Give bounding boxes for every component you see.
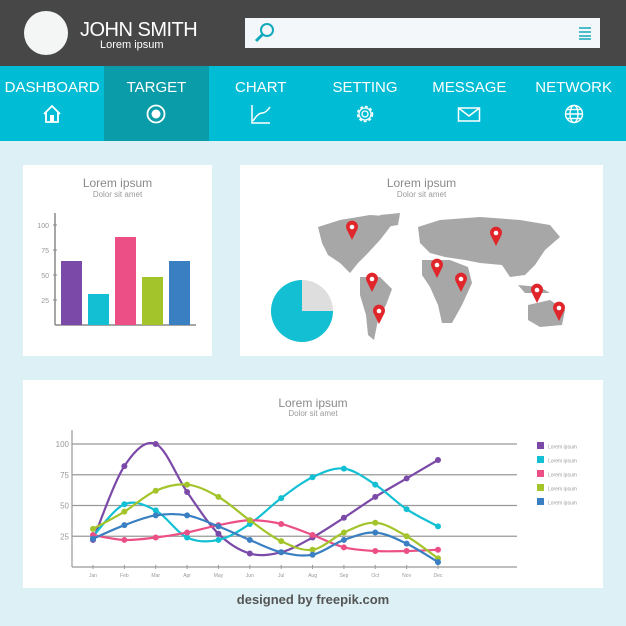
card-title: Lorem ipsum [278, 396, 348, 410]
gear-icon [356, 105, 374, 123]
menu-icon[interactable] [578, 26, 592, 40]
search-bar [245, 18, 600, 48]
tab-label: TARGET [126, 79, 187, 96]
map-pin-dot [369, 276, 375, 282]
map-pin-dot [556, 305, 562, 311]
tab-setting[interactable]: SETTING [313, 66, 417, 141]
target-icon [147, 104, 166, 124]
line-chart-card: Lorem ipsum Dolor sit amet [23, 380, 603, 588]
tab-label: SETTING [332, 79, 398, 96]
avatar[interactable] [24, 11, 68, 55]
map-card: Lorem ipsum Dolor sit amet [240, 165, 603, 356]
bar [169, 261, 190, 325]
bar [61, 261, 82, 325]
tab-label: CHART [235, 79, 287, 96]
tab-chart[interactable]: CHART [209, 66, 313, 141]
map-pin-dot [376, 308, 382, 314]
tab-target[interactable]: TARGET [104, 66, 209, 141]
search-icon[interactable] [253, 22, 277, 44]
map-pin-dot [534, 287, 540, 293]
tab-message[interactable]: MESSAGE [417, 66, 521, 141]
bar [142, 277, 163, 325]
search-input[interactable] [279, 22, 559, 44]
chart-icon [250, 105, 271, 124]
user-subtitle: Lorem ipsum [100, 39, 164, 51]
envelope-icon [458, 107, 481, 122]
footer-credit: designed by freepik.com [236, 592, 390, 607]
header: JOHN SMITH Lorem ipsum [0, 0, 626, 66]
globe-icon [564, 104, 583, 124]
tab-network[interactable]: NETWORK [521, 66, 625, 141]
y-tick-label: 50 [41, 273, 49, 280]
bar-chart: 25 50 75 100 [37, 213, 196, 326]
bar-chart-card: Lorem ipsum Dolor sit amet 25 50 75 100 [23, 165, 212, 356]
card-subtitle: Dolor sit amet [288, 409, 338, 418]
map-pin-dot [434, 262, 440, 268]
y-tick-label: 100 [37, 223, 49, 230]
tab-label: MESSAGE [432, 79, 507, 96]
map-pin-dot [493, 230, 499, 236]
bar [115, 237, 136, 325]
world-map [271, 213, 565, 342]
bar [88, 294, 109, 325]
nav-bar: DASHBOARD TARGET CHART SETTING MESSAGE N… [0, 66, 626, 141]
y-tick-label: 25 [41, 298, 49, 305]
tab-label: NETWORK [535, 79, 612, 96]
tab-dashboard[interactable]: DASHBOARD [0, 66, 104, 141]
map-pin-icon [531, 283, 543, 303]
africa [422, 260, 472, 323]
home-icon [43, 104, 61, 123]
y-tick-label: 75 [41, 248, 49, 255]
map-pin-dot [458, 276, 464, 282]
map-pin-dot [349, 224, 355, 230]
tab-label: DASHBOARD [4, 79, 100, 96]
